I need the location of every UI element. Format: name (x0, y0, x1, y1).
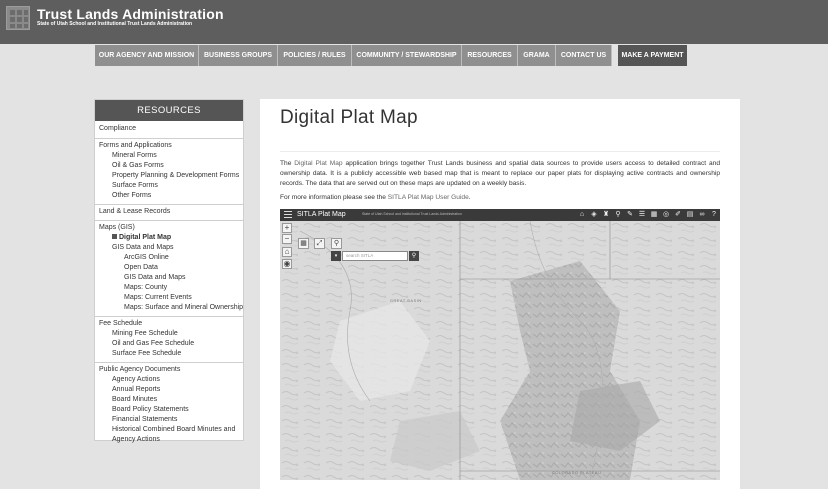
sidebar-item-maps-gis[interactable]: Maps (GIS) (95, 223, 243, 233)
active-bullet-icon (112, 234, 117, 239)
plat-map-viewer[interactable]: SITLA Plat Map State of Utah School and … (280, 209, 720, 480)
sidebar-item-gis-data-maps[interactable]: GIS Data and Maps (95, 243, 243, 253)
resources-sidebar: RESOURCES Compliance Forms and Applicati… (94, 99, 244, 443)
nav-policies-rules[interactable]: POLICIES / RULES (278, 45, 352, 66)
user-guide-link[interactable]: SITLA Plat Map User Guide (388, 194, 469, 201)
sidebar-item-digital-plat-map[interactable]: Digital Plat Map (95, 233, 243, 243)
sidebar-item-surface-fee[interactable]: Surface Fee Schedule (95, 349, 243, 359)
sidebar-item-historical[interactable]: Historical Combined Board Minutes and (95, 425, 243, 435)
more-pre: For more information please see the (280, 194, 388, 201)
sidebar-item-other-forms[interactable]: Other Forms (95, 191, 243, 201)
main-nav: OUR AGENCY AND MISSION BUSINESS GROUPS P… (95, 45, 687, 66)
map-tools: ⌂ ◈ ♜ ⚲ ✎ ☰ ▦ ◎ ✐ ▤ ∞ ? (578, 211, 718, 219)
sidebar-item-maps-events[interactable]: Maps: Current Events (95, 293, 243, 303)
map-search-input[interactable]: search SITLA (342, 251, 408, 261)
sidebar-item-oil-gas-fee[interactable]: Oil and Gas Fee Schedule (95, 339, 243, 349)
nav-contact-us[interactable]: CONTACT US (556, 45, 612, 66)
map-toolbar: SITLA Plat Map State of Utah School and … (280, 209, 720, 221)
description-text: The Digital Plat Map application brings … (280, 159, 720, 189)
sidebar-item-oil-gas-forms[interactable]: Oil & Gas Forms (95, 161, 243, 171)
org-subtitle: State of Utah School and Institutional T… (37, 21, 193, 27)
help-icon[interactable]: ? (710, 211, 718, 219)
pin-icon[interactable]: ⚲ (614, 211, 622, 219)
search-dropdown-button[interactable]: ▾ (331, 251, 341, 261)
sidebar-item-annual-reports[interactable]: Annual Reports (95, 385, 243, 395)
nav-grama[interactable]: GRAMA (518, 45, 556, 66)
sidebar-item-compliance[interactable]: Compliance (95, 124, 243, 134)
grid-icon[interactable]: ▦ (650, 211, 658, 219)
map-label-colorado-plateau: COLORADO PLATEAU (552, 471, 602, 475)
sidebar-item-gis-data-maps-sub[interactable]: GIS Data and Maps (95, 273, 243, 283)
nav-make-payment[interactable]: MAKE A PAYMENT (618, 45, 687, 66)
sidebar-item-surface-forms[interactable]: Surface Forms (95, 181, 243, 191)
sidebar-item-maps-surface[interactable]: Maps: Surface and Mineral Ownership (95, 303, 243, 313)
digital-plat-map-link[interactable]: Digital Plat Map (294, 160, 342, 167)
logo-icon[interactable] (6, 6, 30, 30)
edit-icon[interactable]: ✐ (674, 211, 682, 219)
desc-pre: The (280, 160, 295, 167)
nav-business-groups[interactable]: BUSINESS GROUPS (199, 45, 278, 66)
sidebar-item-maps-county[interactable]: Maps: County (95, 283, 243, 293)
sidebar-item-label: Digital Plat Map (119, 234, 172, 241)
sidebar-item-agency-actions[interactable]: Agency Actions (95, 375, 243, 385)
nav-resources[interactable]: RESOURCES (462, 45, 518, 66)
map-label-great-basin: GREAT BASIN (390, 299, 422, 303)
home-icon[interactable]: ⌂ (578, 211, 586, 219)
measure-icon[interactable]: ⤢ (314, 238, 325, 249)
draw-icon[interactable]: ✎ (626, 211, 634, 219)
site-header: Trust Lands Administration State of Utah… (0, 0, 828, 44)
search-tool-icon[interactable]: ⚲ (331, 238, 342, 249)
sidebar-item-land-records[interactable]: Land & Lease Records (95, 207, 243, 217)
sidebar-item-board-minutes[interactable]: Board Minutes (95, 395, 243, 405)
map-subtitle: State of Utah School and Institutional T… (362, 212, 462, 216)
sidebar-item-property-forms[interactable]: Property Planning & Development Forms (95, 171, 243, 181)
zoom-out-button[interactable]: − (282, 234, 292, 244)
sidebar-item-arcgis-online[interactable]: ArcGIS Online (95, 253, 243, 263)
map-search-button[interactable]: ⚲ (409, 251, 419, 261)
sidebar-item-board-policy[interactable]: Board Policy Statements (95, 405, 243, 415)
more-post: . (468, 194, 471, 201)
locate-button[interactable]: ◉ (282, 259, 292, 269)
print-icon[interactable]: ▤ (686, 211, 694, 219)
list-icon[interactable]: ☰ (638, 211, 646, 219)
menu-icon[interactable] (284, 211, 292, 219)
sidebar-item-fee-schedule[interactable]: Fee Schedule (95, 319, 243, 329)
desc-post: application brings together Trust Lands … (280, 160, 720, 187)
home-extent-button[interactable]: ⌂ (282, 247, 292, 257)
sidebar-item-financial[interactable]: Financial Statements (95, 415, 243, 425)
nav-community-stewardship[interactable]: COMMUNITY / STEWARDSHIP (352, 45, 462, 66)
sidebar-item-mineral-forms[interactable]: Mineral Forms (95, 151, 243, 161)
page-title: Digital Plat Map (280, 107, 418, 128)
nav-our-agency[interactable]: OUR AGENCY AND MISSION (95, 45, 199, 66)
basemap-grid-icon[interactable]: ▦ (298, 238, 309, 249)
link-icon[interactable]: ∞ (698, 211, 706, 219)
sidebar-item-forms[interactable]: Forms and Applications (95, 141, 243, 151)
sidebar-item-historical-cont[interactable]: Agency Actions (95, 435, 243, 445)
sidebar-item-open-data[interactable]: Open Data (95, 263, 243, 273)
title-divider (280, 151, 720, 152)
more-info-text: For more information please see the SITL… (280, 194, 471, 201)
sidebar-item-mining-fee[interactable]: Mining Fee Schedule (95, 329, 243, 339)
main-content: Digital Plat Map The Digital Plat Map ap… (260, 99, 740, 489)
zoom-in-button[interactable]: + (282, 223, 292, 233)
tower-icon[interactable]: ♜ (602, 211, 610, 219)
org-name[interactable]: Trust Lands Administration (37, 6, 224, 22)
map-title: SITLA Plat Map (297, 211, 346, 218)
layers-icon[interactable]: ◈ (590, 211, 598, 219)
globe-icon[interactable]: ◎ (662, 211, 670, 219)
sidebar-heading: RESOURCES (95, 100, 243, 121)
sidebar-item-public-docs[interactable]: Public Agency Documents (95, 365, 243, 375)
